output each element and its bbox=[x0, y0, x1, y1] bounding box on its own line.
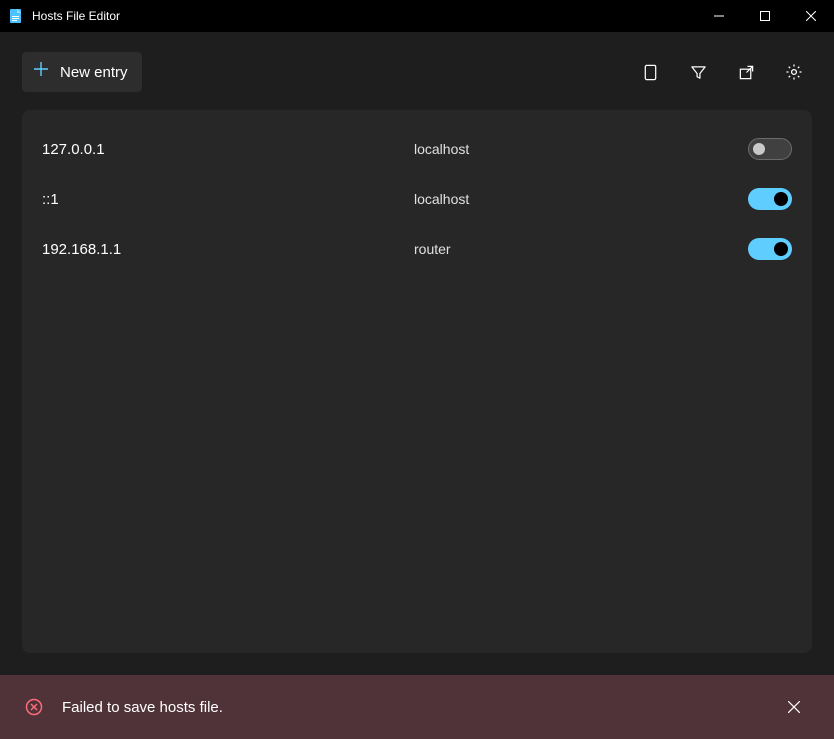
entry-host: router bbox=[414, 241, 746, 257]
entry-toggle[interactable] bbox=[748, 188, 792, 210]
close-icon bbox=[788, 701, 800, 713]
toggle-knob bbox=[774, 242, 788, 256]
entry-ip: 192.168.1.1 bbox=[42, 241, 414, 258]
entry-toggle[interactable] bbox=[748, 138, 792, 160]
plus-icon bbox=[32, 60, 50, 84]
entry-toggle-wrap bbox=[746, 238, 792, 260]
settings-button[interactable] bbox=[776, 54, 812, 90]
minimize-button[interactable] bbox=[696, 0, 742, 32]
close-button[interactable] bbox=[788, 0, 834, 32]
entry-ip: ::1 bbox=[42, 191, 414, 208]
additional-lines-icon bbox=[642, 64, 659, 81]
window-title: Hosts File Editor bbox=[32, 9, 696, 23]
maximize-button[interactable] bbox=[742, 0, 788, 32]
entry-row[interactable]: ::1 localhost bbox=[42, 174, 792, 224]
titlebar: Hosts File Editor bbox=[0, 0, 834, 32]
open-file-button[interactable] bbox=[728, 54, 764, 90]
toolbar: New entry bbox=[0, 32, 834, 110]
entry-host: localhost bbox=[414, 191, 746, 207]
app-icon bbox=[8, 8, 24, 24]
error-icon bbox=[24, 697, 44, 717]
error-message: Failed to save hosts file. bbox=[62, 699, 760, 716]
toggle-knob bbox=[753, 143, 765, 155]
window-controls bbox=[696, 0, 834, 31]
entry-toggle[interactable] bbox=[748, 238, 792, 260]
entry-toggle-wrap bbox=[746, 138, 792, 160]
gear-icon bbox=[785, 63, 803, 81]
open-external-icon bbox=[738, 64, 755, 81]
new-entry-button[interactable]: New entry bbox=[22, 52, 142, 92]
error-close-button[interactable] bbox=[778, 691, 810, 723]
new-entry-label: New entry bbox=[60, 64, 128, 81]
filter-icon bbox=[690, 64, 707, 81]
entry-host: localhost bbox=[414, 141, 746, 157]
error-bar: Failed to save hosts file. bbox=[0, 675, 834, 739]
additional-lines-button[interactable] bbox=[632, 54, 668, 90]
filter-button[interactable] bbox=[680, 54, 716, 90]
entries-panel: 127.0.0.1 localhost ::1 localhost 192.16… bbox=[22, 110, 812, 653]
entry-row[interactable]: 127.0.0.1 localhost bbox=[42, 124, 792, 174]
content-area: New entry 127 bbox=[0, 32, 834, 675]
toggle-knob bbox=[774, 192, 788, 206]
entry-ip: 127.0.0.1 bbox=[42, 141, 414, 158]
entry-row[interactable]: 192.168.1.1 router bbox=[42, 224, 792, 274]
entry-toggle-wrap bbox=[746, 188, 792, 210]
